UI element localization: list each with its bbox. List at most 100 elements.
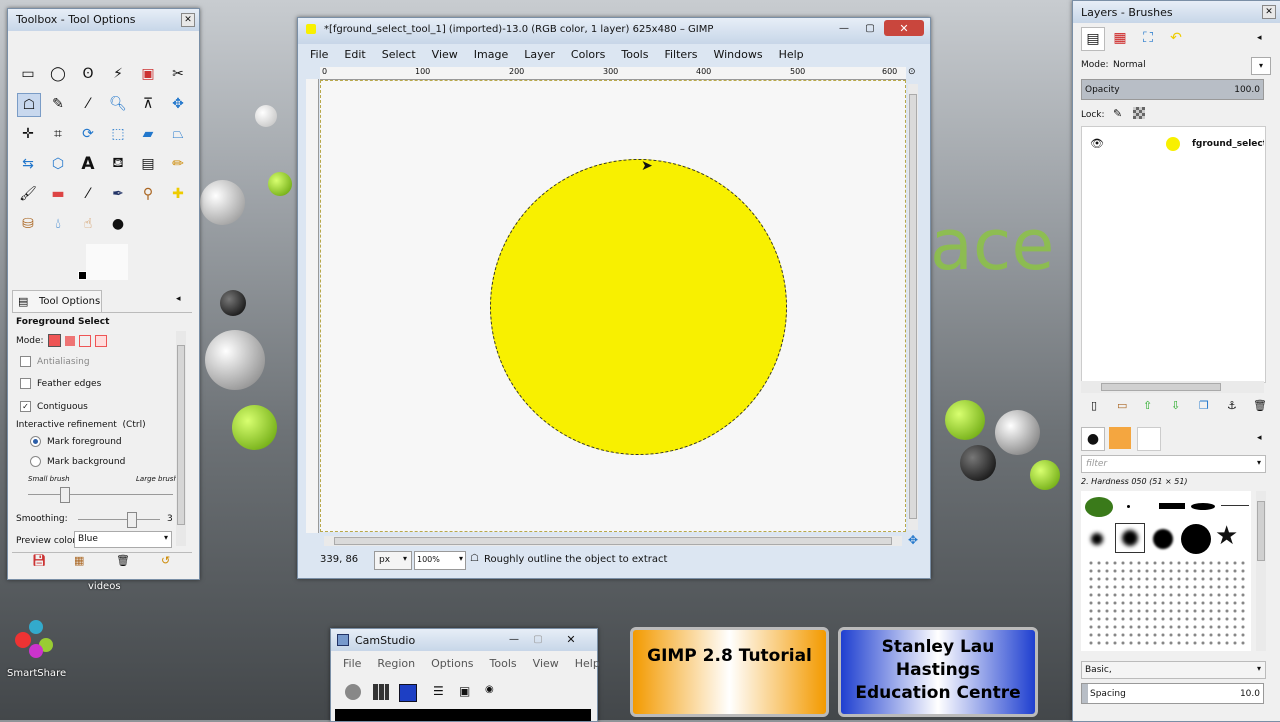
mode-add-icon[interactable]: [64, 335, 75, 346]
menu-tools[interactable]: Tools: [613, 46, 656, 64]
menu-file[interactable]: File: [302, 46, 336, 64]
record-icon[interactable]: [345, 684, 361, 700]
scrollbar-thumb[interactable]: [334, 537, 892, 545]
layers-hscrollbar[interactable]: [1081, 381, 1264, 393]
mark-background-radio[interactable]: [30, 456, 41, 467]
swf-icon[interactable]: ◉: [485, 684, 494, 695]
default-colors-icon[interactable]: [78, 271, 87, 280]
menu-layer[interactable]: Layer: [516, 46, 563, 64]
brush-grid[interactable]: ★: [1081, 491, 1251, 651]
close-button[interactable]: ✕: [551, 631, 591, 647]
clone-icon[interactable]: ⚲: [137, 183, 159, 205]
annotate-icon[interactable]: ▣: [459, 684, 470, 698]
minimize-button[interactable]: —: [832, 20, 856, 36]
rotate-icon[interactable]: ⟳: [77, 123, 99, 145]
brush-preview[interactable]: [1127, 505, 1130, 508]
mode-subtract-icon[interactable]: [78, 334, 91, 347]
horizontal-ruler[interactable]: 0 100 200 300 400 500 600: [320, 67, 906, 80]
minimize-button[interactable]: —: [503, 631, 525, 647]
fg-bg-color-swatch[interactable]: [78, 244, 130, 280]
visibility-eye-icon[interactable]: 👁︎: [1090, 137, 1104, 150]
feather-edges-checkbox[interactable]: [20, 378, 31, 389]
raise-layer-icon[interactable]: ⇧: [1143, 399, 1152, 412]
paintbrush-icon[interactable]: 🖌︎: [17, 183, 39, 205]
navigate-icon[interactable]: ⊙: [908, 67, 920, 79]
brush-preview[interactable]: [1091, 533, 1103, 545]
paths-icon[interactable]: ✎: [47, 93, 69, 115]
duplicate-layer-icon[interactable]: ❐: [1199, 399, 1209, 412]
dodge-burn-icon[interactable]: ●: [107, 213, 129, 235]
text-icon[interactable]: A: [77, 153, 99, 175]
ellipse-select-icon[interactable]: ◯: [47, 63, 69, 85]
brush-preview[interactable]: [1191, 503, 1215, 510]
blur-icon[interactable]: 💧︎: [47, 213, 69, 235]
zoom-select[interactable]: 100% ▾: [414, 551, 466, 570]
scissors-icon[interactable]: ✂: [167, 63, 189, 85]
brush-preview[interactable]: [1087, 559, 1247, 649]
maximize-button[interactable]: ▢: [858, 20, 882, 36]
pencil-icon[interactable]: ✏: [167, 153, 189, 175]
tab-channels[interactable]: ▦: [1109, 27, 1131, 49]
brush-preview[interactable]: [1181, 524, 1211, 554]
contiguous-option[interactable]: ✓ Contiguous: [20, 401, 88, 412]
lock-alpha-icon[interactable]: [1133, 107, 1145, 119]
brush-scrollbar[interactable]: [1256, 491, 1266, 651]
menu-help[interactable]: Help: [771, 46, 812, 64]
star-brush-icon[interactable]: ★: [1215, 521, 1238, 551]
blend-icon[interactable]: ▤: [137, 153, 159, 175]
horizontal-scrollbar[interactable]: [324, 536, 902, 546]
smartshare-shortcut[interactable]: SmartShare: [5, 620, 66, 684]
region-icon[interactable]: ☰: [433, 684, 444, 698]
align-icon[interactable]: ✛: [17, 123, 39, 145]
airbrush-icon[interactable]: ⁄: [77, 183, 99, 205]
mark-background-option[interactable]: Mark background: [30, 456, 125, 467]
smudge-icon[interactable]: ☝: [77, 213, 99, 235]
foreground-select-icon[interactable]: ☖: [17, 93, 41, 117]
contiguous-checkbox[interactable]: ✓: [20, 401, 31, 412]
spacing-slider[interactable]: Spacing 10.0: [1081, 683, 1264, 704]
brush-preview[interactable]: [1153, 529, 1173, 549]
tab-patterns[interactable]: [1109, 427, 1131, 449]
mode-intersect-icon[interactable]: [94, 334, 107, 347]
brush-preview[interactable]: [1085, 497, 1113, 517]
eraser-icon[interactable]: ▬: [47, 183, 69, 205]
delete-options-icon[interactable]: 🗑︎: [116, 554, 130, 567]
menu-view[interactable]: View: [525, 655, 567, 673]
maximize-button[interactable]: ▢: [527, 631, 549, 647]
reset-options-icon[interactable]: ↺: [161, 554, 170, 567]
smoothing-slider-handle[interactable]: [127, 512, 138, 528]
measure-icon[interactable]: ⊼: [137, 93, 159, 115]
menu-view[interactable]: View: [424, 46, 466, 64]
heal-icon[interactable]: ✚: [167, 183, 189, 205]
background-color[interactable]: [86, 244, 128, 280]
delete-layer-icon[interactable]: 🗑︎: [1253, 399, 1267, 412]
shear-icon[interactable]: ▰: [137, 123, 159, 145]
tab-gradients[interactable]: [1137, 427, 1161, 451]
gimp-titlebar[interactable]: *[fground_select_tool_1] (imported)-13.0…: [298, 18, 930, 44]
menu-select[interactable]: Select: [374, 46, 424, 64]
menu-file[interactable]: File: [335, 655, 369, 673]
smoothing-slider[interactable]: [78, 512, 160, 528]
toolbox-titlebar[interactable]: Toolbox - Tool Options ✕: [8, 9, 199, 31]
brush-preview[interactable]: [1159, 503, 1185, 509]
zoom-fit-icon[interactable]: ✥: [908, 533, 918, 547]
mark-foreground-option[interactable]: Mark foreground: [30, 436, 122, 447]
pause-icon[interactable]: [373, 684, 389, 700]
brush-preview-selected[interactable]: [1115, 523, 1145, 553]
color-picker-icon[interactable]: ⁄: [77, 93, 99, 115]
scrollbar-thumb[interactable]: [909, 94, 917, 519]
menu-tools[interactable]: Tools: [482, 655, 525, 673]
perspective-icon[interactable]: ⏢: [167, 123, 189, 145]
cage-icon[interactable]: ⬡: [47, 153, 69, 175]
anchor-layer-icon[interactable]: ⚓︎: [1227, 399, 1237, 412]
feather-edges-option[interactable]: Feather edges: [20, 378, 101, 389]
scrollbar-thumb[interactable]: [1101, 383, 1221, 391]
tab-layers[interactable]: ▤: [1081, 27, 1105, 51]
vertical-scrollbar[interactable]: [908, 84, 918, 530]
close-button[interactable]: ✕: [181, 13, 195, 27]
tab-menu-icon[interactable]: ◂: [1257, 33, 1262, 43]
layer-row[interactable]: 👁︎ fground_select_tool: [1082, 131, 1265, 157]
options-scrollbar[interactable]: [176, 331, 186, 546]
new-layer-icon[interactable]: ▯: [1091, 399, 1097, 412]
tab-tool-options[interactable]: ▤ Tool Options: [12, 290, 102, 313]
